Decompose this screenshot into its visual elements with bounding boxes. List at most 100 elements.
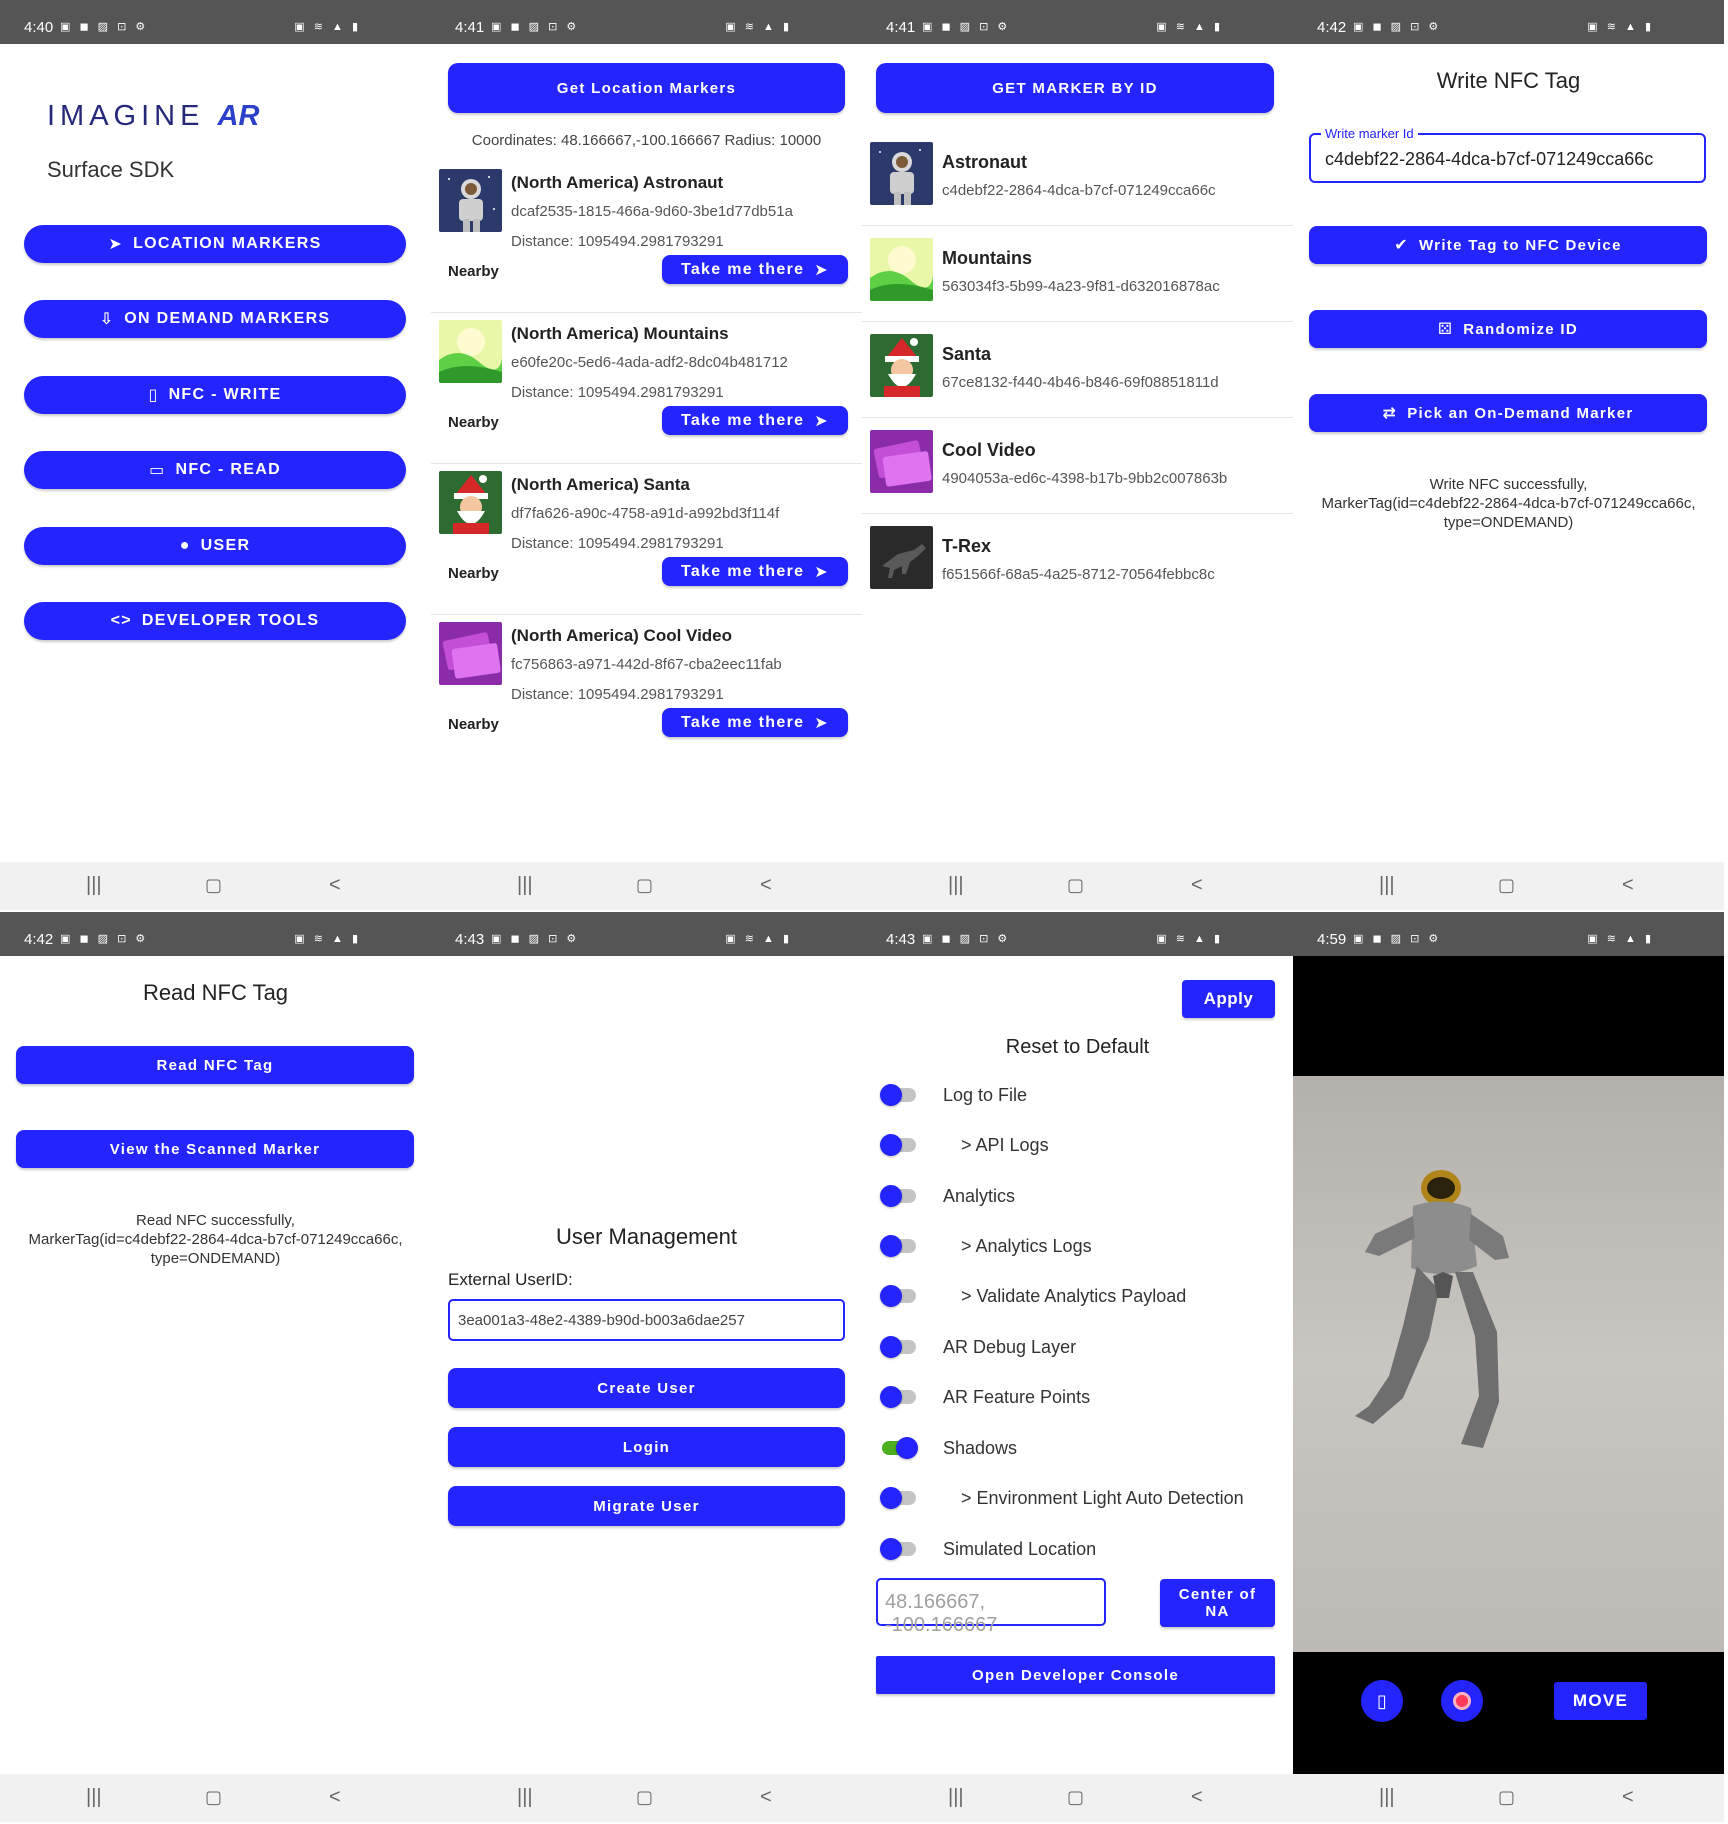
option-label: Shadows <box>943 1438 1018 1458</box>
back-icon[interactable]: < <box>1191 874 1203 897</box>
back-icon[interactable]: < <box>329 1786 341 1809</box>
trex-thumbnail <box>870 526 933 589</box>
home-icon[interactable]: ▢ <box>1498 1787 1515 1808</box>
system-icons: ▣ ≋ ▲ ▮ <box>1156 933 1223 945</box>
code-brackets-icon: <> <box>110 612 132 629</box>
get-marker-by-id-button[interactable]: GET MARKER BY ID <box>876 63 1274 113</box>
notification-icons: ▣ ◼ ▨ ⊡ ⚙ <box>491 933 580 945</box>
phone-mode-button[interactable]: ▯ <box>1361 1680 1403 1722</box>
take-me-there-button[interactable]: Take me there ➤ <box>662 708 848 737</box>
recents-icon[interactable]: ||| <box>1379 1786 1395 1809</box>
validate-analytics-payload-toggle[interactable] <box>880 1285 916 1307</box>
nearby-label: Nearby <box>448 414 499 431</box>
list-item[interactable]: T-Rex f651566f-68a5-4a25-8712-70564febbc… <box>862 514 1293 610</box>
list-item[interactable]: (North America) Santa df7fa626-a90c-4758… <box>431 465 862 615</box>
home-icon[interactable]: ▢ <box>636 1787 653 1808</box>
home-icon[interactable]: ▢ <box>1067 875 1084 896</box>
migrate-user-button[interactable]: Migrate User <box>448 1486 845 1526</box>
astronaut-model[interactable] <box>1293 1076 1724 1652</box>
apply-button[interactable]: Apply <box>1182 980 1275 1018</box>
status-time: 4:41 <box>886 19 916 36</box>
record-button[interactable] <box>1441 1680 1483 1722</box>
environment-light-toggle[interactable] <box>880 1487 916 1509</box>
take-me-there-button[interactable]: Take me there ➤ <box>662 255 848 284</box>
recents-icon[interactable]: ||| <box>517 1786 533 1809</box>
on-demand-markers-button[interactable]: ⇩ ON DEMAND MARKERS <box>24 300 406 338</box>
status-bar: 4:42 ▣ ◼ ▨ ⊡ ⚙ ▣ ≋ ▲ ▮ <box>1293 0 1724 44</box>
create-user-button[interactable]: Create User <box>448 1368 845 1408</box>
login-button[interactable]: Login <box>448 1427 845 1467</box>
nfc-write-button[interactable]: ▯ NFC - WRITE <box>24 376 406 414</box>
ar-debug-layer-toggle[interactable] <box>880 1336 916 1358</box>
marker-id: c4debf22-2864-4dca-b7cf-071249cca66c <box>942 182 1216 199</box>
recents-icon[interactable]: ||| <box>948 1786 964 1809</box>
view-scanned-marker-button[interactable]: View the Scanned Marker <box>16 1130 414 1168</box>
navigation-bar: ||| ▢ < <box>1293 1774 1724 1822</box>
reset-to-default-link[interactable]: Reset to Default <box>862 1036 1293 1059</box>
read-nfc-tag-button[interactable]: Read NFC Tag <box>16 1046 414 1084</box>
analytics-logs-toggle[interactable] <box>880 1235 916 1257</box>
system-icons: ▣ ≋ ▲ ▮ <box>1587 21 1654 33</box>
home-icon[interactable]: ▢ <box>205 1787 222 1808</box>
pick-on-demand-marker-button[interactable]: ⇄ Pick an On-Demand Marker <box>1309 394 1707 432</box>
get-location-markers-button[interactable]: Get Location Markers <box>448 63 845 113</box>
developer-tools-button[interactable]: <> DEVELOPER TOOLS <box>24 602 406 640</box>
home-icon[interactable]: ▢ <box>205 875 222 896</box>
back-icon[interactable]: < <box>1191 1786 1203 1809</box>
developer-tools-screen: 4:43 ▣ ◼ ▨ ⊡ ⚙ ▣ ≋ ▲ ▮ Apply Reset to De… <box>862 912 1293 1822</box>
recents-icon[interactable]: ||| <box>1379 874 1395 897</box>
list-item[interactable]: (North America) Astronaut dcaf2535-1815-… <box>431 163 862 313</box>
status-time: 4:40 <box>24 19 54 36</box>
marker-id-field[interactable]: Write marker Id c4debf22-2864-4dca-b7cf-… <box>1309 126 1706 183</box>
location-markers-button[interactable]: ➤ LOCATION MARKERS <box>24 225 406 263</box>
mountains-thumbnail <box>439 320 502 383</box>
field-value[interactable]: c4debf22-2864-4dca-b7cf-071249cca66c <box>1325 149 1653 170</box>
open-developer-console-button[interactable]: Open Developer Console <box>876 1656 1275 1694</box>
log-to-file-toggle[interactable] <box>880 1084 916 1106</box>
notification-icons: ▣ ◼ ▨ ⊡ ⚙ <box>1353 933 1442 945</box>
simulated-location-input[interactable]: 48.166667, -100.166667 <box>876 1578 1106 1636</box>
option-label: AR Feature Points <box>943 1387 1091 1407</box>
recents-icon[interactable]: ||| <box>517 874 533 897</box>
analytics-toggle[interactable] <box>880 1185 916 1207</box>
recents-icon[interactable]: ||| <box>86 1786 102 1809</box>
center-of-na-button[interactable]: Center of NA <box>1160 1579 1275 1627</box>
back-icon[interactable]: < <box>760 874 772 897</box>
list-item[interactable]: Mountains 563034f3-5b99-4a23-9f81-d63201… <box>862 226 1293 322</box>
home-icon[interactable]: ▢ <box>636 875 653 896</box>
write-tag-button[interactable]: ✔ Write Tag to NFC Device <box>1309 226 1707 264</box>
back-icon[interactable]: < <box>329 874 341 897</box>
page-title: Read NFC Tag <box>142 980 289 1005</box>
home-icon[interactable]: ▢ <box>1067 1787 1084 1808</box>
back-icon[interactable]: < <box>1622 1786 1634 1809</box>
swap-circle-icon: ⇄ <box>1382 405 1398 422</box>
recents-icon[interactable]: ||| <box>948 874 964 897</box>
randomize-id-button[interactable]: ⚄ Randomize ID <box>1309 310 1707 348</box>
camera-feed[interactable] <box>1293 1076 1724 1652</box>
back-icon[interactable]: < <box>1622 874 1634 897</box>
user-button[interactable]: ● USER <box>24 527 406 565</box>
list-item[interactable]: Astronaut c4debf22-2864-4dca-b7cf-071249… <box>862 130 1293 226</box>
notification-icons: ▣ ◼ ▨ ⊡ ⚙ <box>922 21 1011 33</box>
home-icon[interactable]: ▢ <box>1498 875 1515 896</box>
shadows-toggle[interactable] <box>882 1437 918 1459</box>
imagine-ar-logo: IMAGINE AR <box>47 100 260 132</box>
simulated-location-toggle[interactable] <box>880 1538 916 1560</box>
phone-upload-icon: ▭ <box>149 462 166 479</box>
move-button[interactable]: MOVE <box>1554 1682 1647 1720</box>
back-icon[interactable]: < <box>760 1786 772 1809</box>
recents-icon[interactable]: ||| <box>86 874 102 897</box>
take-me-there-button[interactable]: Take me there ➤ <box>662 557 848 586</box>
api-logs-toggle[interactable] <box>880 1134 916 1156</box>
navigation-bar: ||| ▢ < <box>862 862 1293 910</box>
userid-input[interactable]: 3ea001a3-48e2-4389-b90d-b003a6dae257 <box>448 1299 845 1341</box>
user-management-screen: 4:43 ▣ ◼ ▨ ⊡ ⚙ ▣ ≋ ▲ ▮ User Management E… <box>431 912 862 1822</box>
list-item[interactable]: (North America) Cool Video fc756863-a971… <box>431 616 862 766</box>
nfc-read-button[interactable]: ▭ NFC - READ <box>24 451 406 489</box>
take-me-there-button[interactable]: Take me there ➤ <box>662 406 848 435</box>
list-item[interactable]: Cool Video 4904053a-ed6c-4398-b17b-9bb2c… <box>862 418 1293 514</box>
ar-feature-points-toggle[interactable] <box>880 1386 916 1408</box>
list-item[interactable]: (North America) Mountains e60fe20c-5ed6-… <box>431 314 862 464</box>
list-item[interactable]: Santa 67ce8132-f440-4b46-b846-69f0885181… <box>862 322 1293 418</box>
ar-camera-view[interactable]: ▯ MOVE <box>1293 956 1724 1774</box>
